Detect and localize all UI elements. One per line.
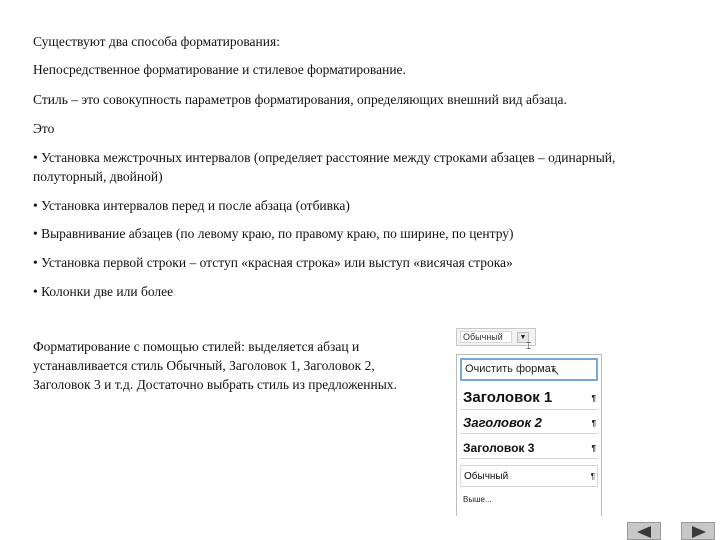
bullet-columns: • Колонки две или более [33, 284, 174, 299]
next-slide-button[interactable] [681, 522, 715, 540]
style-item-label: Заголовок 1 [463, 389, 553, 406]
paragraph-mark-icon: ¶ [591, 419, 596, 428]
previous-arrow-icon [637, 526, 651, 538]
style-item-heading-3[interactable]: Заголовок 3 ¶ [460, 437, 598, 459]
paragraph-style-usage: Форматирование с помощью стилей: выделяе… [33, 339, 397, 392]
paragraph-methods: Непосредственное форматирование и стилев… [33, 62, 406, 77]
paragraph-mark-icon: ¶ [590, 472, 595, 481]
bullet-paragraph-spacing: • Установка интервалов перед и после абз… [33, 198, 350, 213]
style-item-heading-2[interactable]: Заголовок 2 ¶ [460, 412, 598, 434]
style-item-heading-1[interactable]: Заголовок 1 ¶ [460, 386, 598, 410]
style-item-label: Выше... [463, 495, 492, 504]
bullet-alignment: • Выравнивание абзацев (по левому краю, … [33, 226, 514, 241]
paragraph-mark-icon: ¶ [591, 444, 596, 453]
style-item-label: Заголовок 2 [463, 415, 542, 430]
style-item-label: Очистить формат [465, 363, 556, 375]
paragraph-mark-icon: ¶ [591, 394, 596, 403]
next-arrow-icon [692, 526, 706, 538]
mouse-pointer-icon: ↖ [550, 366, 560, 378]
paragraph-style-definition: Стиль – это совокупность параметров форм… [33, 92, 567, 107]
paragraph-this-is: Это [33, 121, 55, 136]
previous-slide-button[interactable] [627, 522, 661, 540]
style-list: Очистить формат ↖ Заголовок 1 ¶ Заголово… [456, 354, 602, 516]
style-combo-value[interactable]: Обычный [460, 331, 512, 343]
style-item-label: Обычный [464, 471, 509, 482]
style-item-more[interactable]: Выше... [460, 493, 598, 507]
style-item-label: Заголовок 3 [463, 441, 535, 455]
paragraph-intro: Существуют два способа форматирования: [33, 34, 280, 49]
bullet-first-line: • Установка первой строки – отступ «крас… [33, 255, 513, 270]
style-combo-box[interactable]: Обычный ▼ [456, 328, 536, 346]
bullet-line-spacing: • Установка межстрочных интервалов (опре… [33, 150, 616, 184]
text-cursor-icon: ⌶ [526, 341, 532, 351]
style-item-clear-format[interactable]: Очистить формат ↖ [460, 358, 598, 381]
style-item-normal[interactable]: Обычный ¶ [460, 465, 598, 487]
